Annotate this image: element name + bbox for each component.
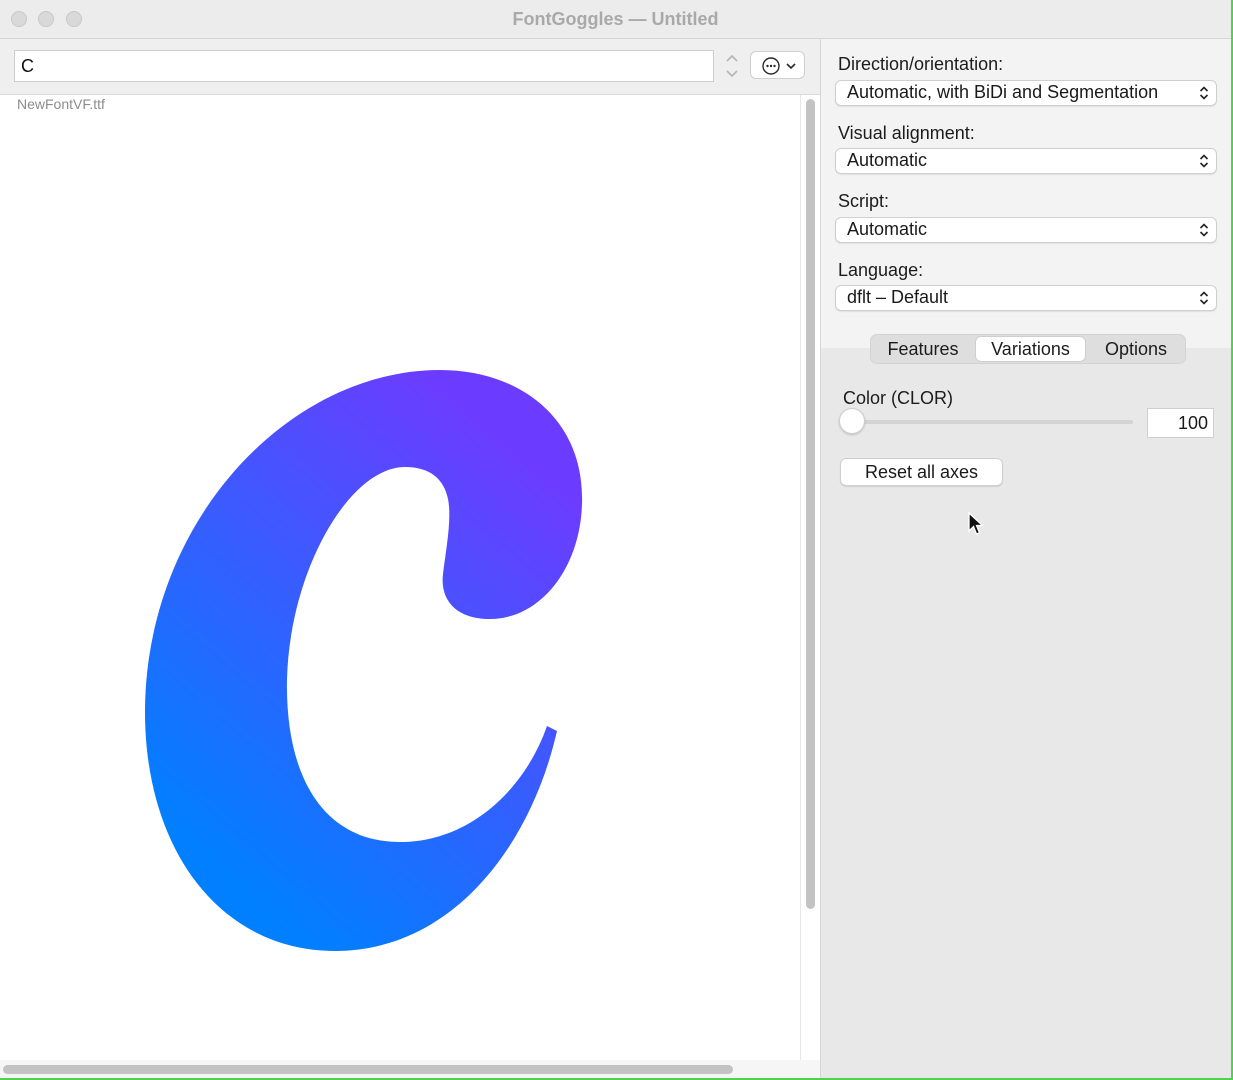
script-popup[interactable]: Automatic: [835, 217, 1217, 243]
reset-axes-button[interactable]: Reset all axes: [840, 458, 1003, 486]
direction-label: Direction/orientation:: [838, 54, 1004, 74]
horizontal-scroll-thumb[interactable]: [3, 1065, 733, 1074]
action-menu-button[interactable]: [750, 51, 805, 79]
window-title: FontGoggles — Untitled: [512, 9, 719, 29]
updown-chevron-icon: [1199, 86, 1209, 100]
axis-slider-track[interactable]: [843, 420, 1133, 424]
glyph-c-shape: [144, 370, 583, 951]
stepper-arrows-icon: [726, 54, 738, 78]
text-toolbar: C: [0, 39, 820, 95]
app-window: FontGoggles — Untitled C NewFontVF.ttf D…: [0, 0, 1233, 1080]
direction-popup[interactable]: Automatic, with BiDi and Segmentation: [835, 80, 1217, 106]
axis-value-field[interactable]: 100: [1147, 408, 1214, 438]
alignment-value: Automatic: [847, 150, 928, 170]
title-bar[interactable]: FontGoggles — Untitled: [0, 0, 1231, 39]
sample-text-input[interactable]: C: [14, 50, 714, 82]
direction-value: Automatic, with BiDi and Segmentation: [847, 82, 1159, 102]
settings-sidebar: Direction/orientation: Automatic, with B…: [820, 39, 1231, 1078]
axis-slider-knob[interactable]: [839, 408, 865, 434]
glyph-canvas[interactable]: [0, 95, 800, 1060]
axis-label: Color (CLOR): [843, 388, 954, 408]
language-label: Language:: [838, 260, 924, 280]
tab-options[interactable]: Options: [1088, 335, 1184, 363]
script-label: Script:: [838, 191, 890, 211]
updown-chevron-icon: [1199, 223, 1209, 237]
mouse-pointer-icon: [968, 511, 985, 535]
tab-bar: Features Variations Options: [870, 334, 1186, 364]
script-value: Automatic: [847, 219, 928, 239]
text-stepper[interactable]: [722, 51, 742, 81]
vertical-scrollbar[interactable]: [800, 95, 821, 1060]
language-popup[interactable]: dflt – Default: [835, 285, 1217, 311]
ellipsis-circle-icon: [762, 57, 796, 75]
tab-features[interactable]: Features: [873, 335, 973, 363]
alignment-label: Visual alignment:: [838, 123, 975, 143]
alignment-popup[interactable]: Automatic: [835, 148, 1217, 174]
updown-chevron-icon: [1199, 154, 1209, 168]
vertical-scroll-thumb[interactable]: [806, 99, 815, 909]
language-value: dflt – Default: [847, 287, 949, 307]
tab-variations[interactable]: Variations: [975, 336, 1086, 362]
preview-pane: C NewFontVF.ttf: [0, 39, 821, 1078]
horizontal-scrollbar[interactable]: [0, 1060, 820, 1078]
updown-chevron-icon: [1199, 291, 1209, 305]
